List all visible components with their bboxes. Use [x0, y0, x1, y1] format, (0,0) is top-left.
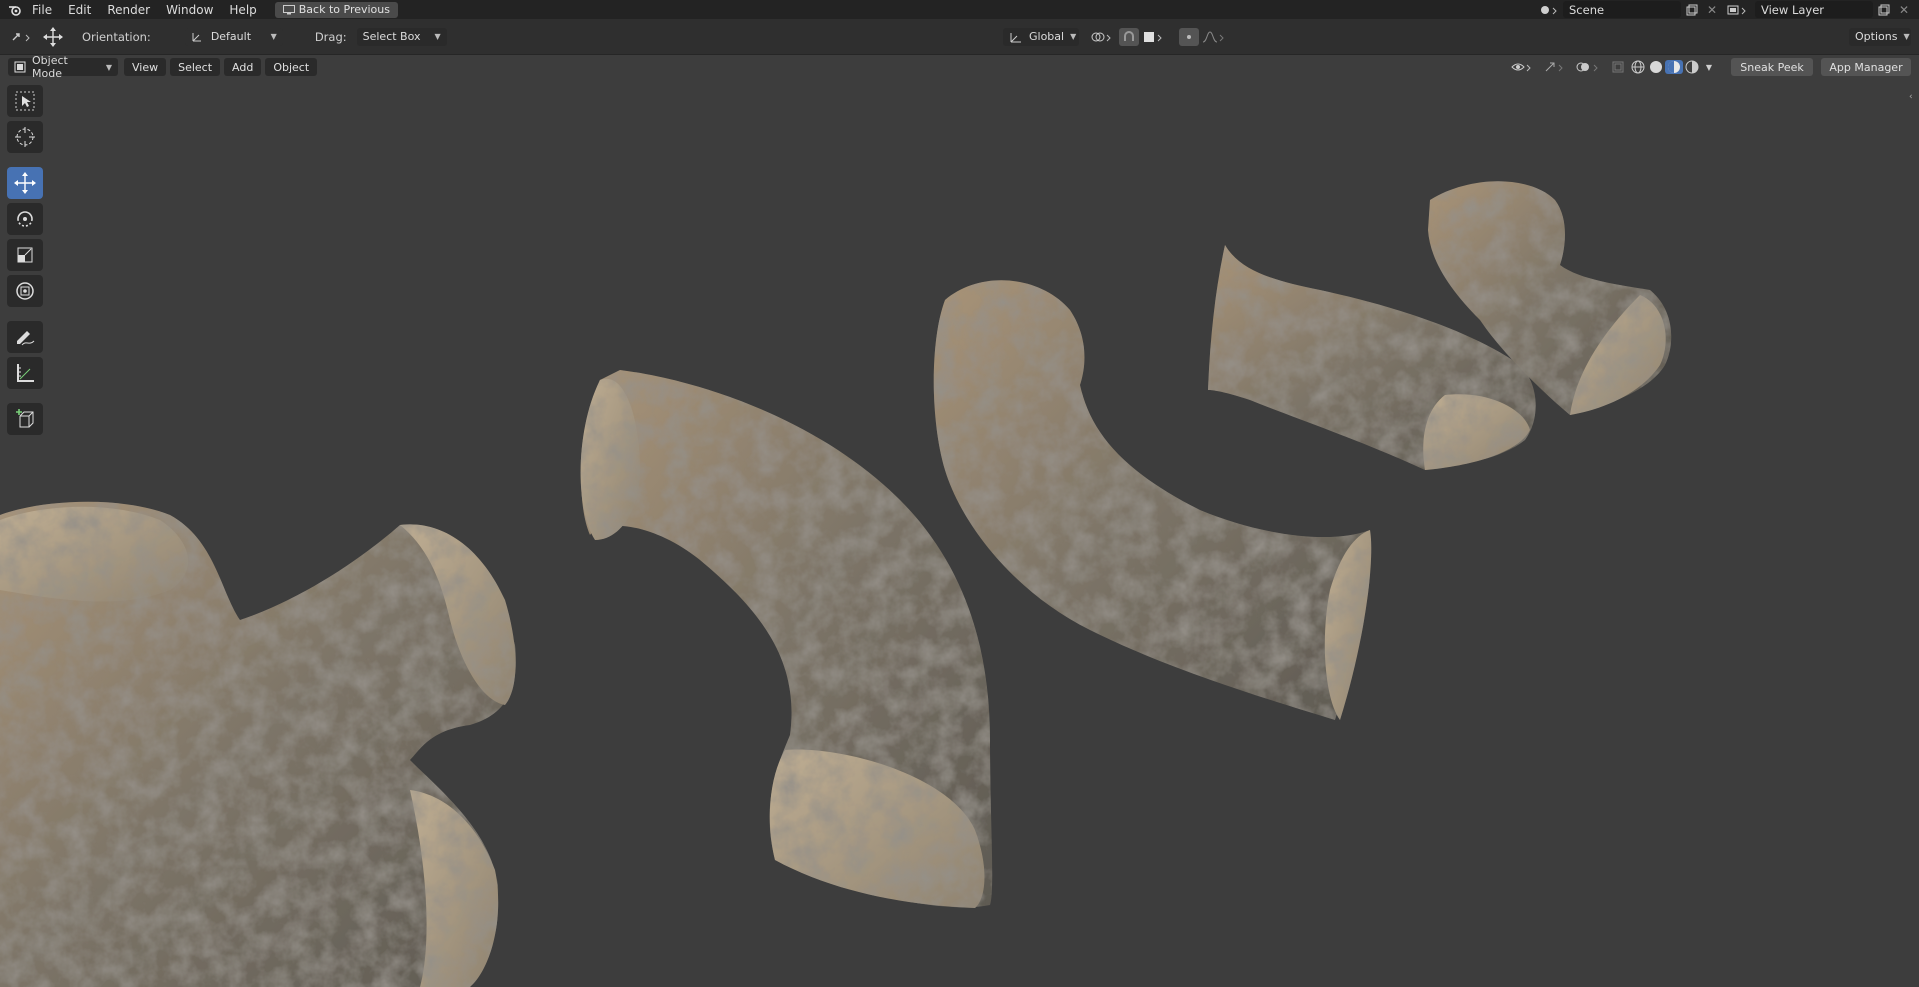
tool-transform[interactable]	[7, 275, 43, 307]
rock-pipe-bend-middle[interactable]	[580, 370, 993, 908]
app-manager-button[interactable]: App Manager	[1821, 58, 1911, 76]
object-mode-dropdown[interactable]: Object Mode ▼	[8, 54, 118, 80]
object-mode-icon	[14, 61, 26, 73]
scale-icon	[14, 244, 36, 266]
menu-select[interactable]: Select	[170, 58, 221, 76]
global-axis-icon	[1009, 31, 1023, 43]
proportional-edit-icon[interactable]	[1179, 27, 1199, 46]
viewport-header: Object Mode ▼ View Select Add Object ▼ S…	[0, 54, 1919, 80]
top-menu-bar: File Edit Render Window Help Back to Pre…	[0, 0, 1919, 19]
add-cube-icon	[14, 408, 36, 430]
close-view-layer-icon[interactable]: ✕	[1895, 3, 1913, 17]
view-layer-icon[interactable]	[1721, 4, 1755, 16]
tool-add-cube[interactable]	[7, 403, 43, 435]
tool-move[interactable]	[7, 167, 43, 199]
move-icon	[13, 171, 37, 195]
orientation-dropdown[interactable]: Default ▼	[184, 27, 283, 46]
3d-viewport[interactable]	[0, 79, 1919, 987]
orientation-value: Default	[210, 30, 252, 43]
pivot-point-icon[interactable]	[1085, 30, 1119, 44]
tool-select-box[interactable]	[7, 85, 43, 117]
visibility-eye-icon[interactable]	[1507, 60, 1539, 74]
blender-logo-icon[interactable]	[6, 4, 24, 16]
tool-rotate[interactable]	[7, 203, 43, 235]
left-toolbar	[7, 85, 47, 435]
cursor-icon	[14, 126, 36, 148]
annotate-pencil-icon	[14, 326, 36, 348]
menu-window[interactable]: Window	[158, 3, 221, 17]
tool-cursor[interactable]	[7, 121, 43, 153]
menu-help[interactable]: Help	[221, 3, 264, 17]
wireframe-shading-icon[interactable]	[1629, 60, 1647, 74]
options-label: Options	[1855, 30, 1898, 43]
xray-icon[interactable]	[1607, 61, 1629, 73]
transform-orientation-value: Global	[1029, 30, 1065, 43]
snap-target-icon[interactable]	[1139, 30, 1171, 44]
chevron-down-icon: ▼	[1070, 32, 1077, 41]
scene-name-field[interactable]: Scene	[1563, 1, 1681, 18]
menu-file[interactable]: File	[24, 3, 60, 17]
measure-ruler-icon	[14, 362, 36, 384]
select-box-icon	[14, 90, 36, 112]
sidebar-toggle-chevron-left-icon[interactable]: ‹	[1909, 92, 1917, 104]
screen-icon	[282, 4, 295, 15]
tool-measure[interactable]	[7, 357, 43, 389]
chevron-down-icon: ▼	[105, 62, 112, 72]
tool-scale[interactable]	[7, 239, 43, 271]
snap-toggle-icon[interactable]	[1119, 27, 1139, 46]
tool-settings-header: Orientation: Default ▼ Drag: Select Box …	[0, 19, 1919, 55]
overlays-icon[interactable]	[1571, 60, 1607, 74]
options-dropdown[interactable]: Options ▼	[1849, 27, 1911, 46]
back-to-previous-button[interactable]: Back to Previous	[274, 1, 398, 18]
orientation-label: Orientation:	[82, 29, 151, 44]
back-to-previous-label: Back to Previous	[298, 3, 390, 16]
rock-pipe-cross[interactable]	[0, 501, 516, 987]
transform-icon	[14, 280, 36, 302]
object-mode-value: Object Mode	[32, 54, 68, 80]
move-tool-icon	[38, 26, 68, 48]
menu-view[interactable]: View	[124, 58, 167, 76]
chevron-down-icon: ▼	[1903, 32, 1910, 41]
chevron-down-icon: ▼	[270, 32, 277, 41]
sneak-peek-button[interactable]: Sneak Peek	[1731, 58, 1813, 76]
view-layer-field[interactable]: View Layer	[1755, 1, 1873, 18]
menu-add[interactable]: Add	[224, 58, 262, 76]
menu-object[interactable]: Object	[265, 58, 318, 76]
axis-icon	[191, 31, 203, 43]
falloff-icon[interactable]	[1199, 30, 1229, 44]
duplicate-scene-icon[interactable]	[1681, 4, 1703, 16]
duplicate-view-layer-icon[interactable]	[1873, 4, 1895, 16]
menu-render[interactable]: Render	[99, 3, 158, 17]
scene-icon[interactable]	[1535, 4, 1563, 16]
drag-label: Drag:	[314, 29, 347, 44]
transform-orientation-dropdown[interactable]: Global ▼	[1003, 27, 1079, 46]
drag-dropdown[interactable]: Select Box ▼	[356, 27, 447, 46]
gizmo-icon[interactable]	[1539, 60, 1571, 74]
chevron-down-icon: ▼	[434, 32, 441, 41]
tool-settings-icon[interactable]	[8, 30, 38, 44]
material-preview-icon[interactable]	[1665, 60, 1683, 74]
close-scene-icon[interactable]: ✕	[1703, 3, 1721, 17]
solid-shading-icon[interactable]	[1647, 60, 1665, 74]
rotate-icon	[14, 208, 36, 230]
drag-value: Select Box	[362, 30, 421, 43]
menu-edit[interactable]: Edit	[60, 3, 99, 17]
rendered-shading-icon[interactable]	[1683, 60, 1701, 74]
tool-annotate[interactable]	[7, 321, 43, 353]
shading-options-chevron-icon[interactable]: ▼	[1701, 63, 1717, 72]
